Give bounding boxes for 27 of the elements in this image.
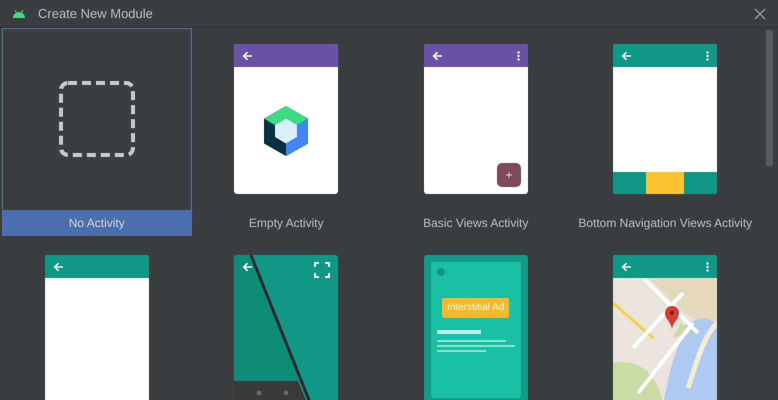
template-tile[interactable]: Empty Activity <box>192 28 381 236</box>
template-label: No Activity <box>68 214 125 232</box>
overflow-menu-icon <box>516 50 520 60</box>
fullscreen-icon <box>314 262 330 278</box>
window-title: Create New Module <box>38 4 153 23</box>
dot-icon <box>436 268 445 276</box>
back-arrow-icon <box>432 50 443 60</box>
back-arrow-icon <box>621 50 632 60</box>
scrollbar-thumb[interactable] <box>766 30 773 166</box>
overflow-menu-icon <box>706 262 710 272</box>
back-arrow-icon <box>621 262 632 272</box>
template-label: Basic Views Activity <box>423 214 528 232</box>
back-arrow-icon <box>242 50 254 60</box>
back-arrow-icon <box>242 262 254 272</box>
overflow-menu-icon <box>706 50 710 60</box>
android-icon <box>12 9 26 18</box>
plus-fab-icon <box>496 163 521 187</box>
template-tile[interactable]: Bottom Navigation Views Activity <box>570 28 760 236</box>
close-icon[interactable] <box>754 8 766 20</box>
template-tile[interactable]: No Activity <box>2 28 192 236</box>
template-tile[interactable]: Basic Views Activity <box>381 28 570 236</box>
template-label: Bottom Navigation Views Activity <box>578 214 752 232</box>
ad-label: Interstitial Ad <box>442 298 510 318</box>
dashed-square-icon <box>58 81 135 157</box>
back-arrow-icon <box>52 262 64 272</box>
hexagon-logo-icon <box>262 104 310 156</box>
template-label: Empty Activity <box>248 214 324 232</box>
